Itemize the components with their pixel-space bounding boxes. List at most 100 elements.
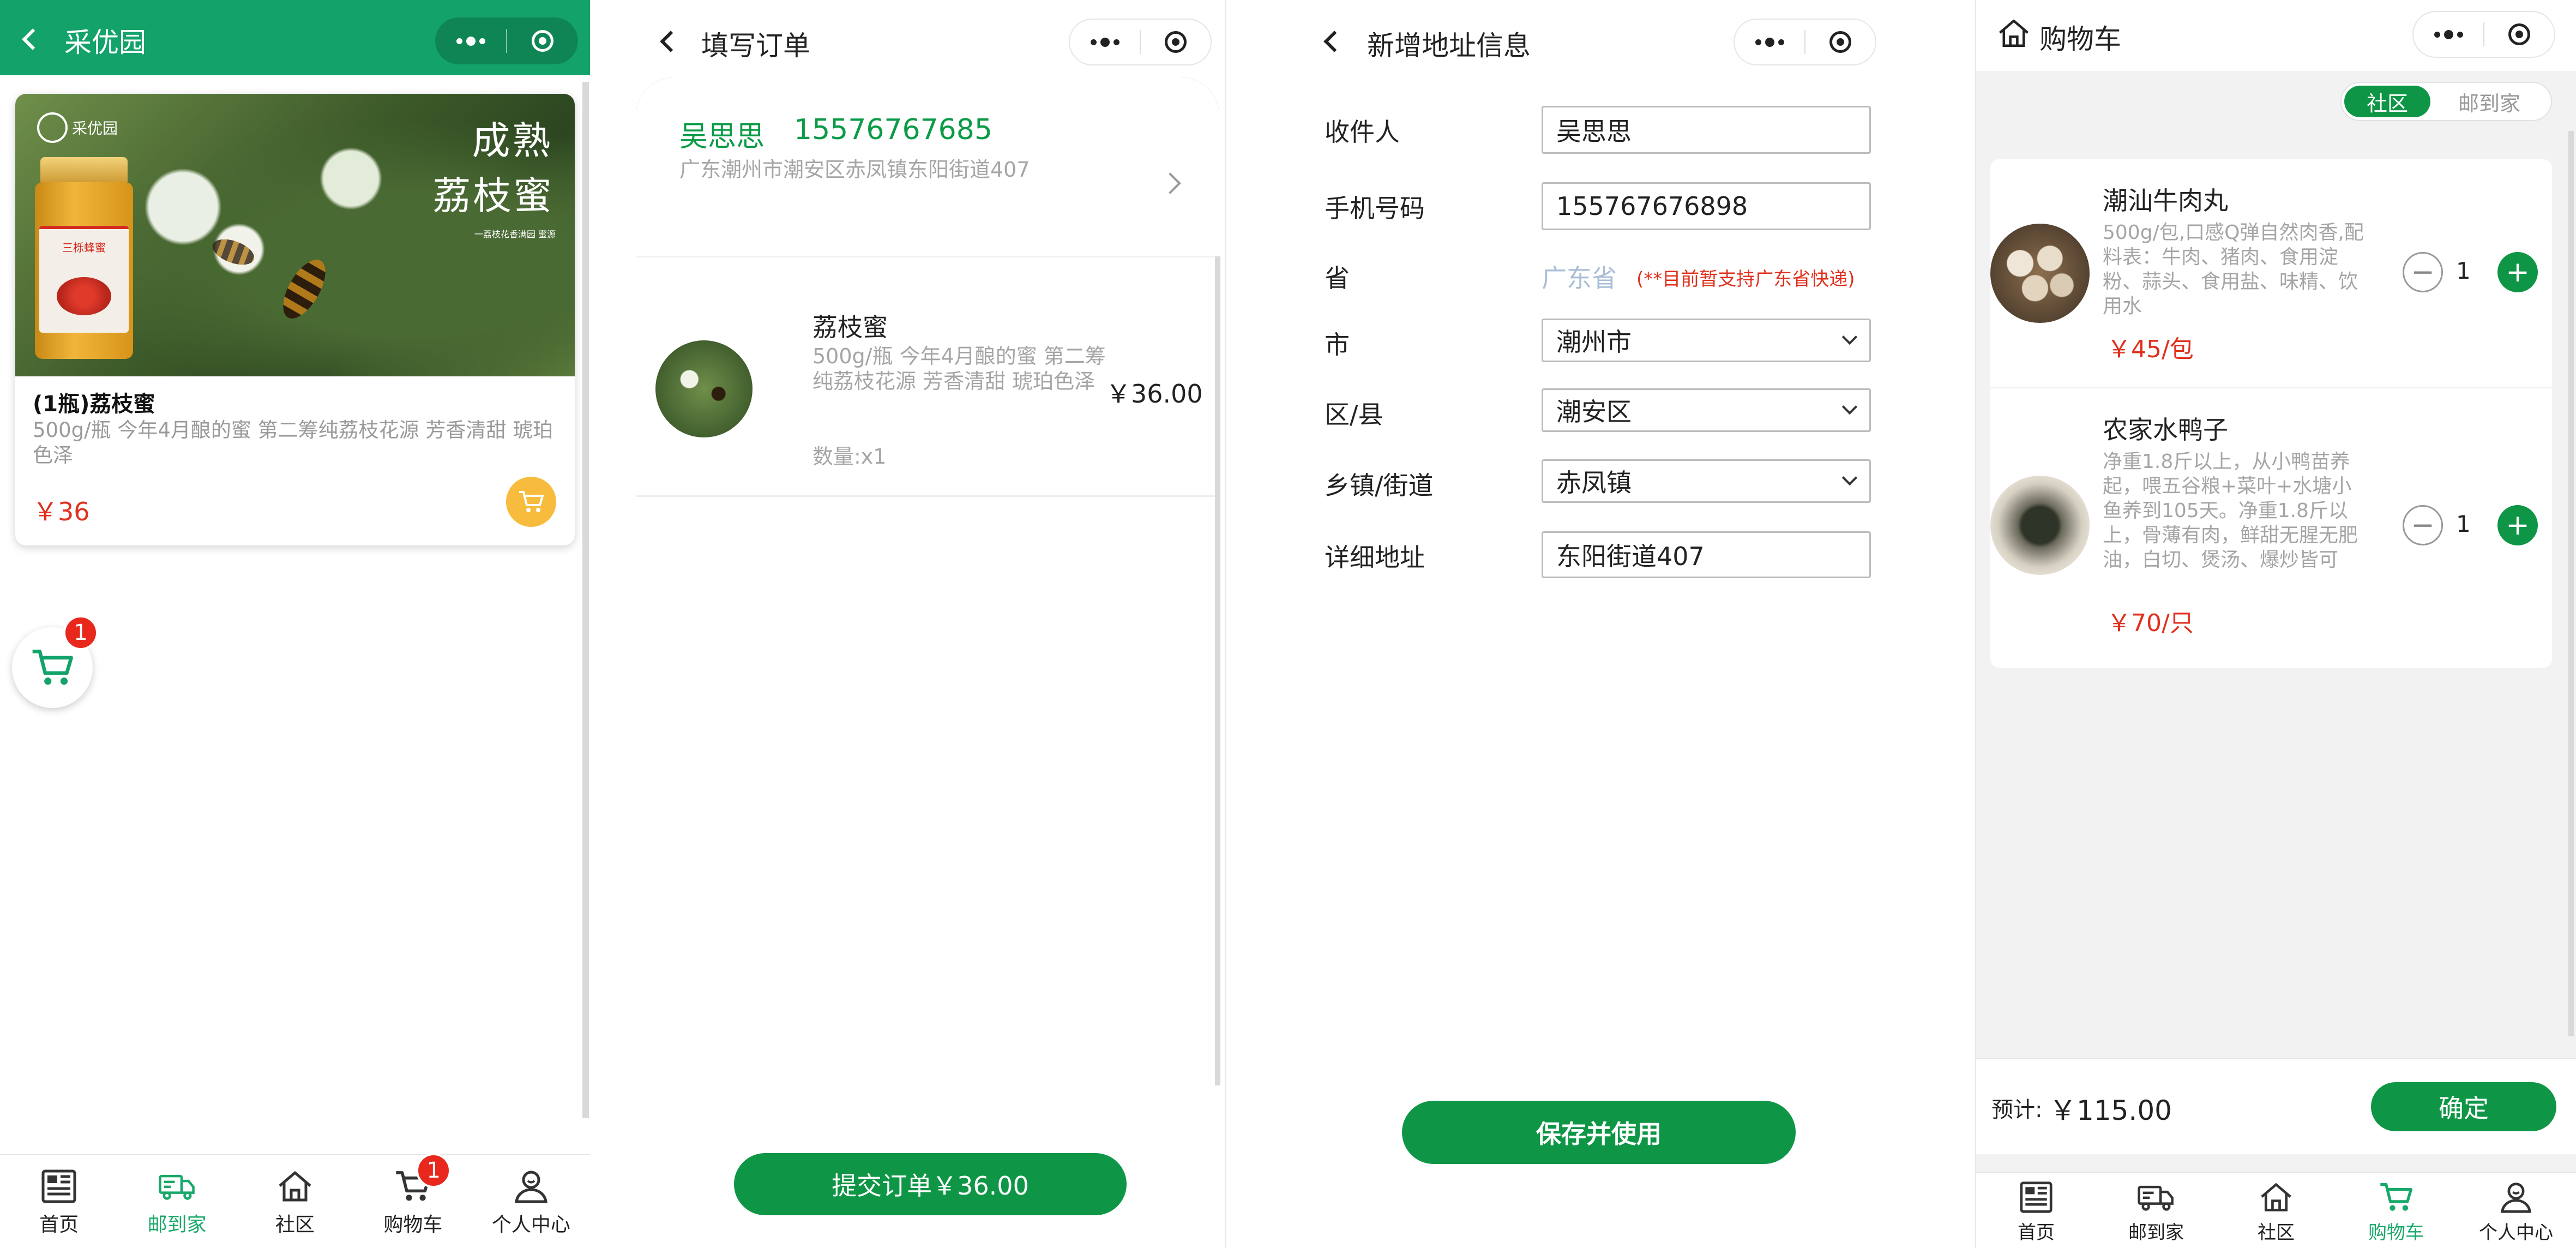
receiver-address: 广东潮州市潮安区赤凤镇东阳街道407 — [679, 158, 1030, 182]
province-note: (**目前暂支持广东省快递) — [1636, 268, 1855, 290]
submit-order-button[interactable]: 提交订单￥36.00 — [734, 1153, 1127, 1215]
screen-home: 采优园 采优园 三栎蜂蜜 成熟 荔枝蜜 一荔枝花香满园 蜜源 (1瓶)荔枝蜜 5… — [0, 0, 590, 1248]
screen-order: 填写订单 吴思思 15576767685 广东潮州市潮安区赤凤镇东阳街道407 … — [590, 0, 1226, 1248]
back-icon[interactable] — [1323, 31, 1345, 52]
tab-profile[interactable]: 个人中心 — [2456, 1173, 2576, 1248]
cart-item-image — [1990, 476, 2090, 575]
screen-add-address: 新增地址信息 收件人 吴思思 手机号码 155767676898 省 广东省 (… — [1226, 0, 1976, 1248]
more-button[interactable] — [1735, 20, 1804, 64]
flower-logo-icon — [37, 112, 68, 143]
cart-list: 潮汕牛肉丸 500g/包,口感Q弹自然肉香,配料表：牛肉、猪肉、食用淀粉、蒜头、… — [1990, 159, 2552, 668]
close-miniprogram-button[interactable] — [2484, 12, 2554, 57]
tab-delivery[interactable]: 邮到家 — [118, 1155, 236, 1248]
page-title: 新增地址信息 — [1367, 30, 1531, 62]
product-banner-image: 采优园 三栎蜂蜜 成熟 荔枝蜜 一荔枝花香满园 蜜源 — [15, 94, 575, 376]
house-icon[interactable] — [1997, 17, 2031, 49]
product-card[interactable]: 采优园 三栎蜂蜜 成熟 荔枝蜜 一荔枝花香满园 蜜源 (1瓶)荔枝蜜 500g/… — [15, 94, 575, 545]
tab-delivery[interactable]: 邮到家 — [2096, 1173, 2216, 1248]
cart-item-quantity: 1 — [2456, 511, 2471, 537]
tab-bar: 首页 邮到家 社区 购物车 个人中心 — [1976, 1172, 2576, 1248]
close-miniprogram-button[interactable] — [507, 17, 578, 64]
screen-cart: 购物车 社区 邮到家 潮汕牛肉丸 500g/包,口感Q弹自然肉香,配料表：牛肉、… — [1976, 0, 2576, 1248]
product-price: ￥36 — [33, 497, 90, 526]
banner-headline: 成熟 荔枝蜜 一荔枝花香满园 蜜源 — [432, 118, 556, 239]
target-icon — [2508, 23, 2530, 45]
chevron-right-icon — [1159, 172, 1181, 194]
page-title: 购物车 — [2039, 23, 2121, 55]
town-value: 赤凤镇 — [1556, 468, 1632, 497]
house-icon — [276, 1167, 314, 1205]
cart-item-quantity: 1 — [2456, 257, 2471, 284]
cart-item-name: 潮汕牛肉丸 — [2103, 186, 2228, 215]
tab-home[interactable]: 首页 — [0, 1155, 118, 1248]
tab-home[interactable]: 首页 — [1976, 1173, 2096, 1248]
capsule-menu — [1069, 19, 1212, 65]
tab-cart[interactable]: 购物车 1 — [354, 1153, 472, 1248]
more-button[interactable] — [2414, 12, 2483, 57]
receiver-name: 吴思思 — [679, 121, 765, 153]
product-name: (1瓶)荔枝蜜 — [33, 392, 155, 417]
floating-cart-badge: 1 — [63, 615, 98, 650]
total-value: ￥115.00 — [2049, 1095, 2172, 1126]
cart-item-name: 农家水鸭子 — [2103, 415, 2228, 445]
home-list-icon — [40, 1167, 78, 1205]
segment-control: 社区 邮到家 — [2340, 82, 2552, 121]
town-select[interactable]: 赤凤镇 — [1542, 459, 1871, 503]
capsule-menu — [435, 17, 578, 64]
segment-community[interactable]: 社区 — [2344, 86, 2430, 117]
delivery-truck-icon — [158, 1167, 196, 1205]
order-item-price: ￥36.00 — [1106, 379, 1203, 409]
bee-image-2 — [209, 234, 258, 270]
product-description: 500g/瓶 今年4月酿的蜜 第二筹纯荔枝花源 芳香清甜 琥珀色泽 — [33, 418, 553, 467]
order-item-name: 荔枝蜜 — [812, 313, 888, 342]
add-to-cart-button[interactable] — [506, 477, 556, 527]
more-dots-icon — [2434, 29, 2463, 39]
chevron-down-icon — [1841, 329, 1858, 345]
town-label: 乡镇/街道 — [1325, 471, 1434, 500]
tab-community[interactable]: 社区 — [236, 1155, 354, 1248]
phone-input[interactable]: 155767676898 — [1542, 182, 1871, 230]
city-value: 潮州市 — [1556, 327, 1632, 357]
decrease-quantity-button[interactable]: − — [2403, 252, 2443, 292]
order-item-image — [655, 340, 753, 437]
close-miniprogram-button[interactable] — [1141, 20, 1211, 64]
more-button[interactable] — [435, 17, 506, 64]
district-select[interactable]: 潮安区 — [1542, 388, 1871, 432]
detail-address-input[interactable]: 东阳街道407 — [1542, 531, 1871, 578]
scrollbar[interactable] — [1215, 256, 1220, 1085]
more-dots-icon — [1090, 37, 1120, 47]
chevron-down-icon — [1841, 399, 1858, 415]
cart-item-price: ￥70/只 — [2107, 609, 2194, 637]
district-value: 潮安区 — [1556, 397, 1632, 427]
order-item: 荔枝蜜 500g/瓶 今年4月酿的蜜 第二筹纯荔枝花源 芳香清甜 琥珀色泽 ￥3… — [636, 257, 1219, 495]
target-icon — [532, 30, 553, 52]
city-select[interactable]: 潮州市 — [1542, 319, 1871, 362]
back-icon[interactable] — [660, 31, 682, 52]
increase-quantity-button[interactable]: + — [2497, 505, 2538, 545]
cart-item-price: ￥45/包 — [2107, 335, 2194, 363]
cart-tab-badge: 1 — [416, 1153, 452, 1188]
confirm-button[interactable]: 确定 — [2371, 1082, 2556, 1131]
receiver-input[interactable]: 吴思思 — [1542, 106, 1871, 154]
address-card-inner[interactable]: 吴思思 15576767685 广东潮州市潮安区赤凤镇东阳街道407 — [647, 77, 1208, 257]
scrollbar[interactable] — [2568, 131, 2574, 1036]
capsule-menu — [1734, 19, 1876, 65]
cart-icon — [519, 491, 544, 512]
more-button[interactable] — [1070, 20, 1140, 64]
close-miniprogram-button[interactable] — [1805, 20, 1875, 64]
tab-community[interactable]: 社区 — [2216, 1173, 2336, 1248]
increase-quantity-button[interactable]: + — [2497, 252, 2538, 292]
order-item-description: 500g/瓶 今年4月酿的蜜 第二筹纯荔枝花源 芳香清甜 琥珀色泽 — [812, 344, 1106, 393]
segment-delivery[interactable]: 邮到家 — [2430, 87, 2548, 117]
province-label: 省 — [1325, 263, 1350, 293]
tab-cart[interactable]: 购物车 — [2336, 1173, 2456, 1248]
user-icon — [512, 1167, 550, 1205]
save-and-use-button[interactable]: 保存并使用 — [1402, 1101, 1796, 1164]
decrease-quantity-button[interactable]: − — [2403, 505, 2443, 545]
cart-icon — [2377, 1180, 2415, 1214]
tab-profile[interactable]: 个人中心 — [472, 1155, 590, 1248]
honey-jar-image: 三栎蜂蜜 — [35, 157, 133, 359]
receiver-phone: 15576767685 — [794, 113, 992, 146]
home-list-icon — [2017, 1180, 2055, 1214]
scrollbar[interactable] — [582, 82, 589, 1118]
